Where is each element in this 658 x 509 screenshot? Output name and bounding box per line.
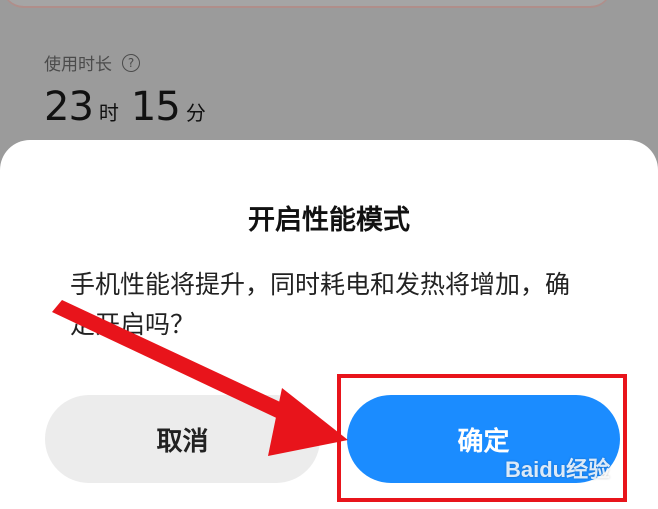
watermark-url: jingyan.baidu.com: [507, 484, 588, 495]
hours-value: 23: [44, 84, 94, 130]
usage-duration-label: 使用时长 ?: [44, 50, 140, 75]
cancel-button[interactable]: 取消: [45, 395, 320, 483]
dialog-message: 手机性能将提升，同时耗电和发热将增加，确定开启吗？: [70, 270, 571, 339]
previous-card: [2, 0, 612, 6]
minutes-value: 15: [130, 84, 181, 130]
dialog-title: 开启性能模式: [248, 205, 410, 236]
minutes-unit: 分: [185, 101, 206, 125]
usage-label-text: 使用时长: [44, 55, 112, 75]
screen: 使用时长 ? 23 时 15 分 开启性能模式 手机性能将提升，同时耗电和发热将…: [0, 0, 658, 509]
usage-duration-value: 23 时 15 分: [44, 84, 218, 130]
hours-unit: 时: [98, 101, 119, 125]
help-icon[interactable]: ?: [122, 53, 140, 72]
watermark-brand: Baidu经验: [505, 457, 611, 482]
